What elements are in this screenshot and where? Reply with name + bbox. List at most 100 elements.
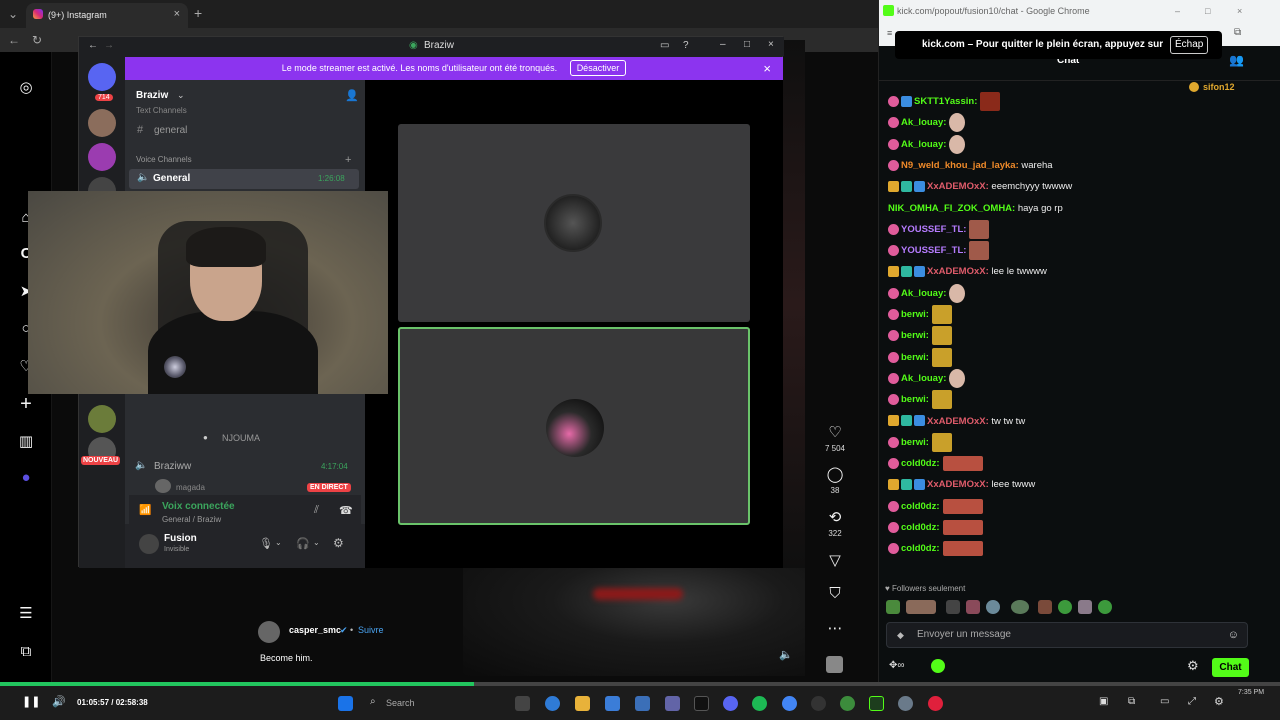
fullscreen-icon[interactable]: ⤢ <box>1188 696 1196 707</box>
participant-tile[interactable] <box>398 124 750 322</box>
maximize-icon[interactable]: □ <box>744 39 750 50</box>
file-explorer-icon[interactable] <box>575 696 590 711</box>
reel-video[interactable]: 🔈 <box>463 568 805 676</box>
signal-icon[interactable]: 📶 <box>139 505 151 516</box>
store-icon[interactable] <box>635 696 650 711</box>
chat-message[interactable]: berwi: <box>888 347 952 368</box>
tray-icon[interactable]: ⧉ <box>1128 696 1135 707</box>
chat-message[interactable]: XxADEMOxX: eeemchyyy twwww <box>888 176 1072 197</box>
kick-app-icon[interactable] <box>869 696 884 711</box>
headphones-icon[interactable]: 🎧 <box>296 537 310 550</box>
tray-icon[interactable]: ▣ <box>1099 696 1108 707</box>
chat-username[interactable]: YOUSSEF_TL: <box>901 245 966 256</box>
chat-username[interactable]: Ak_louay: <box>901 288 946 299</box>
chat-username[interactable]: berwi: <box>901 394 929 405</box>
chevron-down-icon[interactable]: ⌄ <box>275 538 282 547</box>
minimize-icon[interactable]: – <box>1175 0 1180 22</box>
menu-icon[interactable]: ☰ <box>16 604 36 624</box>
author-avatar[interactable] <box>258 621 280 643</box>
spotify-icon[interactable] <box>752 696 767 711</box>
taskbar-search[interactable]: Search <box>386 698 415 708</box>
like-button[interactable]: ♡ 7 504 <box>822 423 848 453</box>
inbox-icon[interactable]: ▭ <box>660 40 669 51</box>
emoji-icon[interactable]: ☺ <box>1228 623 1239 647</box>
chat-message[interactable]: YOUSSEF_TL: <box>888 219 990 240</box>
forward-icon[interactable]: → <box>104 40 114 51</box>
obs-icon[interactable] <box>811 696 826 711</box>
mute-icon[interactable]: 🔈 <box>779 648 793 661</box>
chat-username[interactable]: berwi: <box>901 309 929 320</box>
voice-location[interactable]: General / Braziw <box>162 515 221 524</box>
chrome-icon[interactable] <box>782 696 797 711</box>
comment-button[interactable]: ◯ 38 <box>822 465 848 495</box>
quick-emotes-icon[interactable]: ✥∞ <box>889 660 905 671</box>
chat-message[interactable]: YOUSSEF_TL: <box>888 240 990 261</box>
site-info-icon[interactable]: ≡ <box>887 28 892 38</box>
chat-username[interactable]: XxADEMOxX: <box>927 479 989 490</box>
chat-username[interactable]: SKTT1Yassin: <box>914 96 977 107</box>
chat-username[interactable]: N9_weld_khou_jad_layka: <box>901 160 1019 171</box>
emote-icon[interactable] <box>1058 600 1072 614</box>
member-magada[interactable]: magada <box>176 483 205 492</box>
emote-icon[interactable] <box>1038 600 1052 614</box>
chat-message[interactable]: Ak_louay: <box>888 134 966 155</box>
chat-message[interactable]: cold0dz: <box>888 496 983 517</box>
discord-icon[interactable] <box>723 696 738 711</box>
emote-icon[interactable] <box>966 600 980 614</box>
close-banner-icon[interactable]: × <box>763 57 771 80</box>
dm-home-icon[interactable] <box>88 63 116 91</box>
pause-icon[interactable]: ❚❚ <box>22 695 40 708</box>
chat-username[interactable]: berwi: <box>901 352 929 363</box>
emote-icon[interactable] <box>1011 600 1029 614</box>
chat-username[interactable]: berwi: <box>901 330 929 341</box>
server-icon[interactable] <box>88 143 116 171</box>
tab-list-icon[interactable]: ⌄ <box>8 7 18 21</box>
chat-message[interactable]: XxADEMOxX: lee le twwww <box>888 261 1047 282</box>
close-icon[interactable]: × <box>768 39 774 50</box>
translate-icon[interactable]: ⧉ <box>1234 27 1241 38</box>
chat-username[interactable]: berwi: <box>901 437 929 448</box>
chat-input[interactable]: ◆ Envoyer un message ☺ <box>886 622 1248 648</box>
kick-points-icon[interactable] <box>931 659 945 673</box>
voice-channels-label[interactable]: Voice Channels <box>136 155 192 164</box>
chat-message[interactable]: berwi: <box>888 432 952 453</box>
send-chat-button[interactable]: Chat <box>1212 658 1249 677</box>
save-button[interactable]: ⛉ <box>822 585 848 602</box>
emote-icon[interactable] <box>906 600 936 614</box>
user-avatar[interactable] <box>139 534 159 554</box>
create-icon[interactable]: + <box>16 394 36 414</box>
settings-icon[interactable] <box>898 696 913 711</box>
settings-gear-icon[interactable]: ⚙ <box>333 536 344 550</box>
author-name[interactable]: casper_smc <box>289 625 341 635</box>
chat-username[interactable]: XxADEMOxX: <box>927 181 989 192</box>
channel-general-text[interactable]: general <box>154 125 187 136</box>
opera-icon[interactable] <box>928 696 943 711</box>
chat-message[interactable]: NIK_OMHA_FI_ZOK_OMHA: haya go rp <box>888 198 1063 219</box>
chat-username[interactable]: cold0dz: <box>901 458 940 469</box>
close-icon[interactable]: × <box>1237 0 1242 22</box>
minimize-icon[interactable]: – <box>720 39 726 50</box>
chat-message[interactable]: berwi: <box>888 389 952 410</box>
dashboard-icon[interactable]: ▥ <box>16 432 36 452</box>
profile-icon[interactable]: ● <box>16 468 36 488</box>
chat-message[interactable]: Ak_louay: <box>888 112 966 133</box>
chat-message[interactable]: cold0dz: <box>888 453 983 474</box>
voice-channel-general[interactable]: 🔈 General 1:26:08 <box>129 169 359 189</box>
reload-icon[interactable]: ↻ <box>32 33 42 47</box>
chat-message[interactable]: XxADEMOxX: tw tw tw <box>888 411 1025 432</box>
edge-icon[interactable] <box>545 696 560 711</box>
chat-message[interactable]: berwi: <box>888 325 952 346</box>
microphone-icon[interactable]: 🎙 <box>259 537 273 550</box>
voice-channel-braziww[interactable]: Braziww <box>154 461 191 472</box>
server-name[interactable]: Braziw <box>136 90 168 101</box>
meta-apps-icon[interactable]: ⧉ <box>16 642 36 662</box>
add-friend-icon[interactable]: 👤 <box>345 89 359 102</box>
chevron-down-icon[interactable]: ⌄ <box>313 538 320 547</box>
settings-icon[interactable]: ⚙ <box>1214 695 1224 708</box>
disable-streamer-mode-button[interactable]: Désactiver <box>569 60 627 76</box>
user-name[interactable]: Fusion <box>164 533 197 544</box>
chevron-down-icon[interactable]: ⌄ <box>177 90 185 101</box>
chat-settings-icon[interactable]: ⚙ <box>1187 658 1199 674</box>
participant-tile-speaking[interactable] <box>398 327 750 525</box>
chat-message[interactable]: Ak_louay: <box>888 368 966 389</box>
